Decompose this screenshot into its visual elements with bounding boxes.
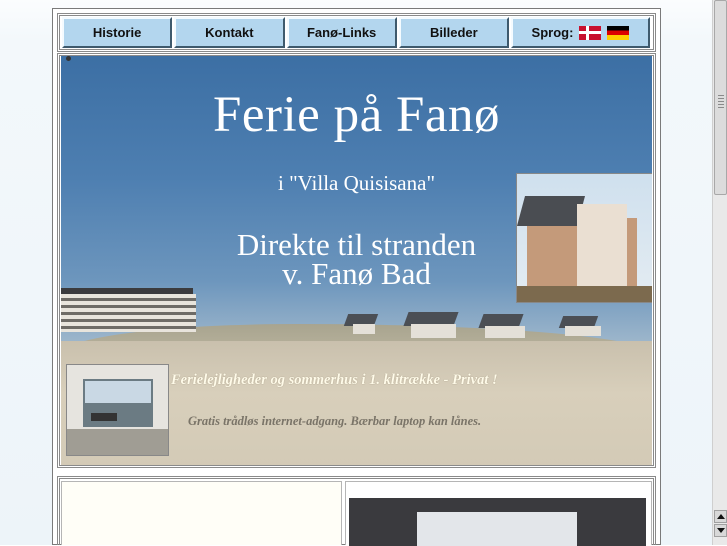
interior-window-graphic [417,512,577,546]
scroll-up-button[interactable] [714,510,727,523]
hero-banner: Ferie på Fanø i "Villa Quisisana" Direkt… [61,56,652,465]
lower-left-panel [61,481,342,545]
decorative-dot [66,56,71,61]
shelter-window-graphic [85,381,151,403]
page-title: Ferie på Fanø [213,87,500,143]
nav-kontakt-button[interactable]: Kontakt [174,17,285,48]
villa-ground-graphic [517,286,652,302]
distant-house [353,324,375,334]
shelter-floor-graphic [67,429,168,455]
interior-photo [349,498,646,546]
scrollbar-thumb[interactable] [714,0,727,195]
language-selector: Sprog: [511,17,650,48]
distant-house [565,326,601,336]
german-flag-icon[interactable] [607,25,630,40]
language-label: Sprog: [531,25,574,40]
arrow-down-icon [716,528,725,533]
top-navigation: Historie Kontakt Fanø-Links Billeder Spr… [62,17,650,48]
rental-info-text: Ferielejligheder og sommerhus i 1. klitr… [171,372,498,388]
nav-fano-links-button[interactable]: Fanø-Links [286,17,397,48]
beach-shelter-photo [66,364,169,456]
vertical-scrollbar[interactable] [712,0,727,545]
danish-flag-icon[interactable] [579,25,602,40]
villa-photo [516,173,652,303]
nav-billeder-button[interactable]: Billeder [398,17,509,48]
scrollbar-grip-icon [718,95,724,109]
villa-roof-graphic [516,196,586,226]
hotel-building-graphic [61,294,196,332]
arrow-up-icon [716,514,725,519]
nav-historie-button[interactable]: Historie [62,17,173,48]
distant-house [485,326,525,338]
distant-house [411,324,456,338]
scroll-down-button[interactable] [714,524,727,537]
lower-right-panel [345,481,652,546]
shelter-bench-graphic [91,413,117,421]
wifi-info-text: Gratis trådløs internet-adgang. Bærbar l… [188,414,482,428]
